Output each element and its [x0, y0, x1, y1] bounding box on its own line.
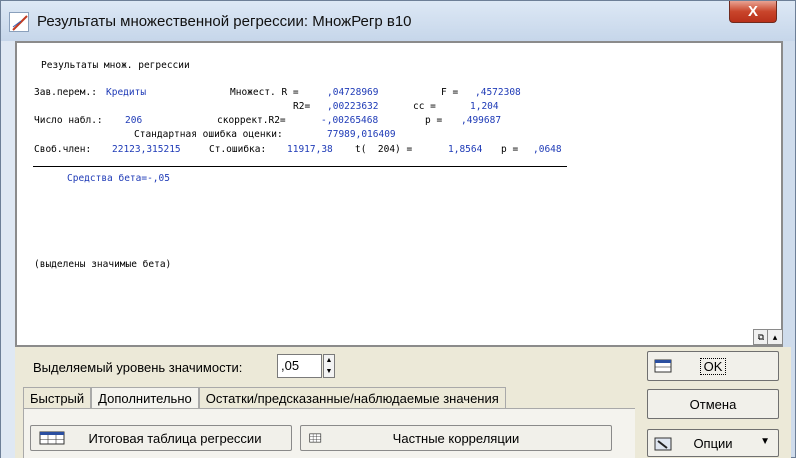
std-err-label: Стандартная ошибка оценки:	[134, 129, 283, 140]
n-label: Число набл.:	[34, 115, 109, 126]
significance-input[interactable]: ,05	[277, 354, 322, 378]
significance-label: Выделяемый уровень значимости:	[33, 360, 243, 375]
significance-spinner[interactable]: ▲ ▼	[323, 354, 335, 378]
cancel-button[interactable]: Отмена	[647, 389, 779, 419]
p2-label: p =	[501, 144, 524, 155]
p2-value: ,0648	[533, 144, 562, 155]
intercept-se-label: Ст.ошибка:	[209, 144, 272, 155]
tab-residuals[interactable]: Остатки/предсказанные/наблюдаемые значен…	[198, 387, 506, 409]
report-heading: Результаты множ. регрессии	[41, 60, 190, 71]
df-label: cc =	[413, 101, 442, 112]
adj-r2-label: скоррект.R2=	[217, 115, 292, 126]
background-sheet-edge	[1, 41, 15, 458]
close-icon: X	[747, 3, 758, 20]
close-button[interactable]: X	[729, 1, 777, 23]
results-output-pane: Результаты множ. регрессии Зав.перем.: К…	[15, 41, 783, 347]
ok-button[interactable]: OK	[647, 351, 779, 381]
intercept-value: 22123,315215	[112, 144, 181, 155]
r2-label: R2=	[293, 101, 316, 112]
options-panel: Выделяемый уровень значимости: ,05 ▲ ▼ Б…	[15, 347, 791, 458]
table-icon	[39, 431, 65, 445]
intercept-label: Своб.член:	[34, 144, 97, 155]
collapse-icon[interactable]: ▴	[767, 329, 783, 345]
chart-app-icon	[9, 12, 29, 32]
std-err-value: 77989,016409	[327, 129, 396, 140]
tab-strip: Быстрый Дополнительно Остатки/предсказанны…	[23, 387, 506, 409]
dropdown-arrow-icon[interactable]: ▼	[760, 436, 770, 447]
window-title: Результаты множественной регрессии: Множ…	[37, 13, 412, 30]
tab-quick[interactable]: Быстрый	[23, 387, 92, 409]
title-bar[interactable]: Результаты множественной регрессии: Множ…	[1, 1, 795, 41]
spin-down-icon[interactable]: ▼	[324, 366, 334, 377]
f-value: ,4572308	[475, 87, 521, 98]
report-divider	[33, 166, 567, 167]
t-value: 1,8564	[448, 144, 483, 155]
options-icon	[654, 437, 672, 451]
options-button[interactable]: Опции ▼	[647, 429, 779, 457]
p-label: p =	[425, 115, 448, 126]
spin-up-icon[interactable]: ▲	[324, 355, 334, 366]
dialog-window: Результаты множественной регрессии: Множ…	[0, 0, 796, 458]
adj-r2-value: -,00265468	[321, 115, 379, 126]
df-value: 1,204	[470, 101, 499, 112]
p-value: ,499687	[461, 115, 502, 126]
dep-var-label: Зав.перем.:	[34, 87, 97, 98]
dep-var-value: Кредиты	[106, 87, 147, 98]
intercept-se-value: 11917,38	[287, 144, 333, 155]
partial-correlations-button[interactable]: Частные корреляции	[300, 425, 612, 451]
f-label: F =	[441, 87, 464, 98]
r2-value: ,00223632	[327, 101, 379, 112]
multiple-r-label: Множест. R =	[230, 87, 305, 98]
beta-line: Средства бета=-,05	[67, 173, 170, 184]
t-label: t( 204) =	[355, 144, 418, 155]
summary-table-button[interactable]: Итоговая таблица регрессии	[30, 425, 292, 451]
tab-advanced[interactable]: Дополнительно	[91, 387, 199, 409]
n-value: 206	[125, 115, 143, 126]
grid-icon	[309, 433, 322, 443]
table-icon	[654, 359, 672, 373]
multiple-r-value: ,04728969	[327, 87, 379, 98]
tab-panel-advanced: Итоговая таблица регрессии Частные корре…	[23, 408, 635, 458]
significance-note: (выделены значимые бета)	[34, 259, 172, 270]
